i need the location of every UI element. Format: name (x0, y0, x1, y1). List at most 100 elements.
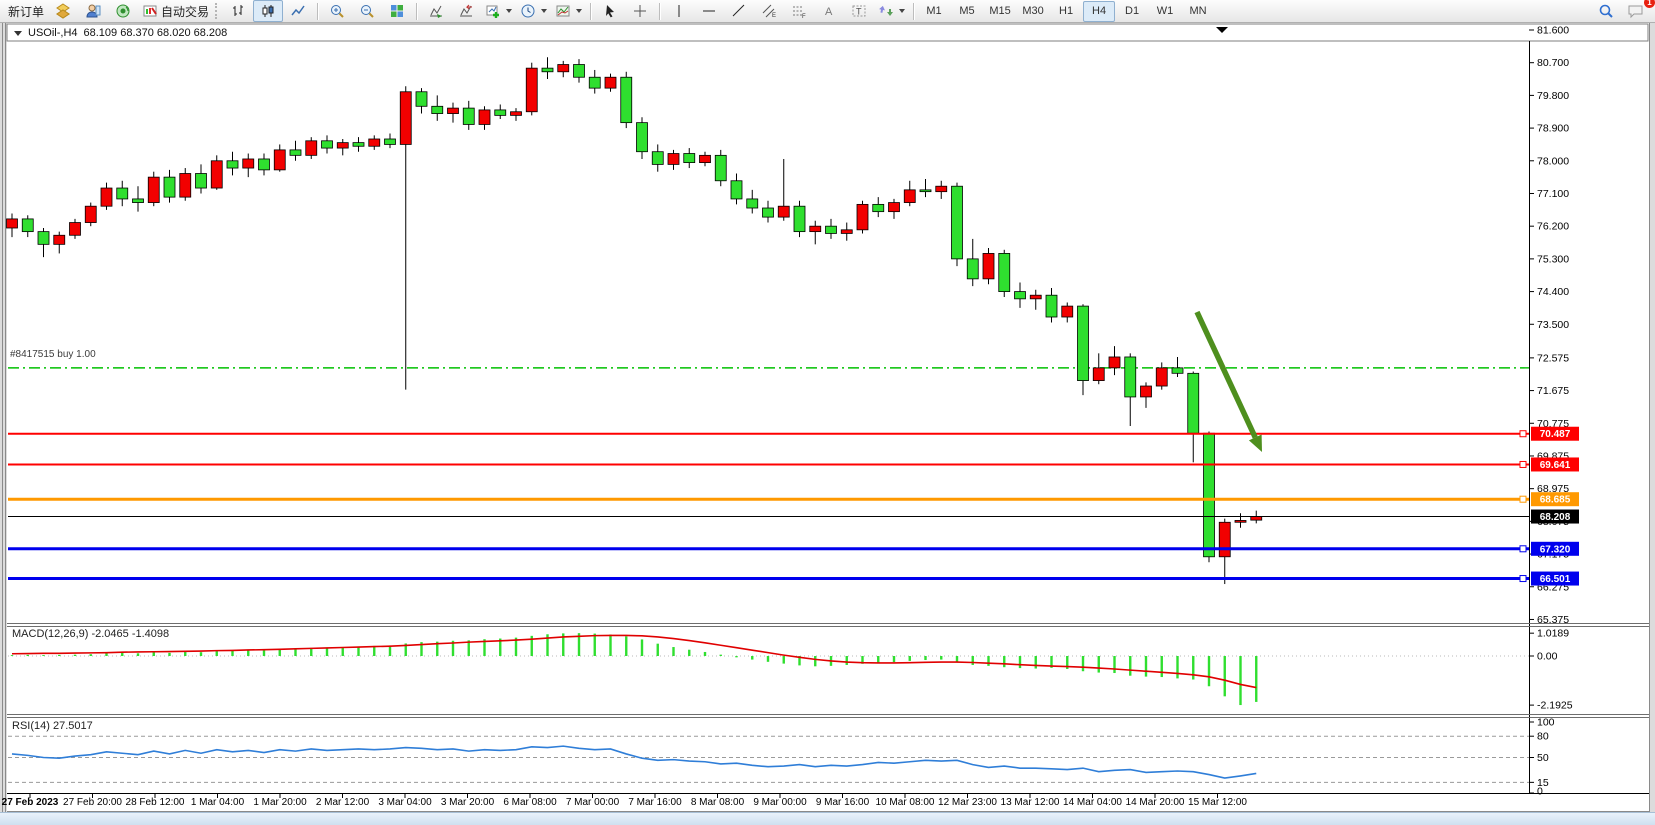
candle-body (668, 154, 679, 165)
crosshair-tool-button[interactable] (625, 0, 655, 22)
channel-tool-button[interactable]: E (754, 0, 784, 22)
timeframe-M1[interactable]: M1 (918, 1, 950, 22)
horizontal-line-tool-button[interactable] (694, 0, 724, 22)
line-handle-69.641[interactable] (1520, 461, 1526, 467)
time-axis-label[interactable]: 9 Mar 00:00 (753, 797, 807, 808)
period-button[interactable] (516, 0, 551, 22)
time-axis-label[interactable]: 3 Mar 04:00 (378, 797, 432, 808)
svg-text:E: E (772, 13, 776, 19)
candle-body (511, 112, 522, 116)
signals-button[interactable] (108, 0, 138, 22)
template-button[interactable] (551, 0, 586, 22)
autotrading-button[interactable]: 自动交易 (138, 0, 213, 22)
candle-body (1015, 292, 1026, 299)
zoom-out-button[interactable] (352, 0, 382, 22)
candle-body (1030, 295, 1041, 299)
time-axis-label[interactable]: 10 Mar 08:00 (876, 797, 935, 808)
time-axis-label[interactable]: 9 Mar 16:00 (816, 797, 870, 808)
time-axis-label[interactable]: 28 Feb 12:00 (126, 797, 185, 808)
text-tool-button[interactable]: A (814, 0, 844, 22)
candle-body (1188, 373, 1199, 433)
time-axis-label[interactable]: 27 Feb 2023 (2, 797, 59, 808)
timeframe-M30[interactable]: M30 (1017, 1, 1049, 22)
candle-body (54, 235, 65, 244)
timeframe-MN[interactable]: MN (1182, 1, 1214, 22)
market-watch-button[interactable] (78, 0, 108, 22)
time-axis-label[interactable]: 27 Feb 20:00 (63, 797, 122, 808)
rsi-indicator-label: RSI(14) 27.5017 (12, 720, 93, 732)
candle-body (763, 208, 774, 217)
search-button[interactable] (1591, 0, 1621, 22)
time-axis-label[interactable]: 1 Mar 04:00 (191, 797, 245, 808)
time-axis-label[interactable]: 2 Mar 12:00 (316, 797, 370, 808)
cursor-tool-button[interactable] (595, 0, 625, 22)
time-axis-label[interactable]: 6 Mar 08:00 (503, 797, 557, 808)
candle-body (873, 204, 884, 211)
line-chart-type-button[interactable] (283, 0, 313, 22)
time-axis-label[interactable]: 15 Mar 12:00 (1188, 797, 1247, 808)
chart-menu-caret-icon[interactable] (14, 31, 22, 36)
time-axis-label[interactable]: 7 Mar 00:00 (566, 797, 620, 808)
auto-scroll-button[interactable] (421, 0, 451, 22)
vertical-line-tool-button[interactable] (664, 0, 694, 22)
candle-body (841, 230, 852, 234)
autotrading-icon (142, 3, 158, 19)
candle-body (605, 77, 616, 88)
candle-body (306, 141, 317, 156)
time-axis-label[interactable]: 13 Mar 12:00 (1001, 797, 1060, 808)
timeframe-W1[interactable]: W1 (1149, 1, 1181, 22)
line-handle-68.685[interactable] (1520, 496, 1526, 502)
macd-panel-separator[interactable] (7, 624, 1649, 627)
time-axis-label[interactable]: 14 Mar 04:00 (1063, 797, 1122, 808)
rsi-panel-separator[interactable] (7, 715, 1649, 718)
line-handle-70.487[interactable] (1520, 431, 1526, 437)
time-axis-label[interactable]: 12 Mar 23:00 (938, 797, 997, 808)
shapes-caret-icon (899, 9, 905, 13)
time-axis-label[interactable]: 3 Mar 20:00 (441, 797, 495, 808)
timeframe-M5[interactable]: M5 (951, 1, 983, 22)
timeframe-H1[interactable]: H1 (1050, 1, 1082, 22)
new-order-button[interactable]: 新订单 (4, 0, 48, 22)
candlestick-chart-type-button[interactable] (253, 0, 283, 22)
fibonacci-tool-button[interactable]: F (784, 0, 814, 22)
candle-body (715, 155, 726, 180)
time-axis-label[interactable]: 1 Mar 20:00 (253, 797, 307, 808)
timeframe-D1[interactable]: D1 (1116, 1, 1148, 22)
chat-button[interactable]: 1 (1621, 0, 1651, 22)
time-axis-label[interactable]: 8 Mar 08:00 (691, 797, 745, 808)
line-handle-67.320[interactable] (1520, 546, 1526, 552)
candle-body (416, 92, 427, 107)
time-axis-label[interactable]: 14 Mar 20:00 (1126, 797, 1185, 808)
candle-body (526, 68, 537, 112)
ohlc-bars-icon (230, 3, 246, 19)
new-order-icon-button[interactable] (48, 0, 78, 22)
time-axis-label[interactable]: 7 Mar 16:00 (628, 797, 682, 808)
annotation-arrow-shaft[interactable] (1197, 312, 1255, 437)
price-axis-label: 75.300 (1537, 253, 1569, 265)
timeframe-M15[interactable]: M15 (984, 1, 1016, 22)
trendline-tool-button[interactable] (724, 0, 754, 22)
candle-body (826, 226, 837, 233)
line-handle-66.501[interactable] (1520, 576, 1526, 582)
add-indicator-icon (485, 3, 501, 19)
timeframe-H4[interactable]: H4 (1083, 1, 1115, 22)
candle-body (85, 206, 96, 222)
rsi-axis-label: 50 (1537, 752, 1549, 764)
chart-title-frame (7, 24, 1648, 41)
shapes-tool-button[interactable] (874, 0, 909, 22)
candle-body (810, 226, 821, 231)
chart-shift-button[interactable] (451, 0, 481, 22)
candle-body (479, 110, 490, 125)
tile-windows-button[interactable] (382, 0, 412, 22)
candle-body (211, 161, 222, 188)
macd-signal-line (12, 635, 1256, 687)
candle-body (731, 181, 742, 199)
window-bottom-edge (0, 812, 1655, 825)
bar-chart-type-button[interactable] (223, 0, 253, 22)
add-indicator-button[interactable] (481, 0, 516, 22)
label-tool-button[interactable]: T (844, 0, 874, 22)
chart-canvas[interactable]: 81.60080.70079.80078.90078.00077.10076.2… (0, 0, 1655, 824)
zoom-in-button[interactable] (322, 0, 352, 22)
candle-body (967, 259, 978, 279)
chart-title-bar[interactable]: USOil-,H4 68.109 68.370 68.020 68.208 (14, 27, 227, 39)
